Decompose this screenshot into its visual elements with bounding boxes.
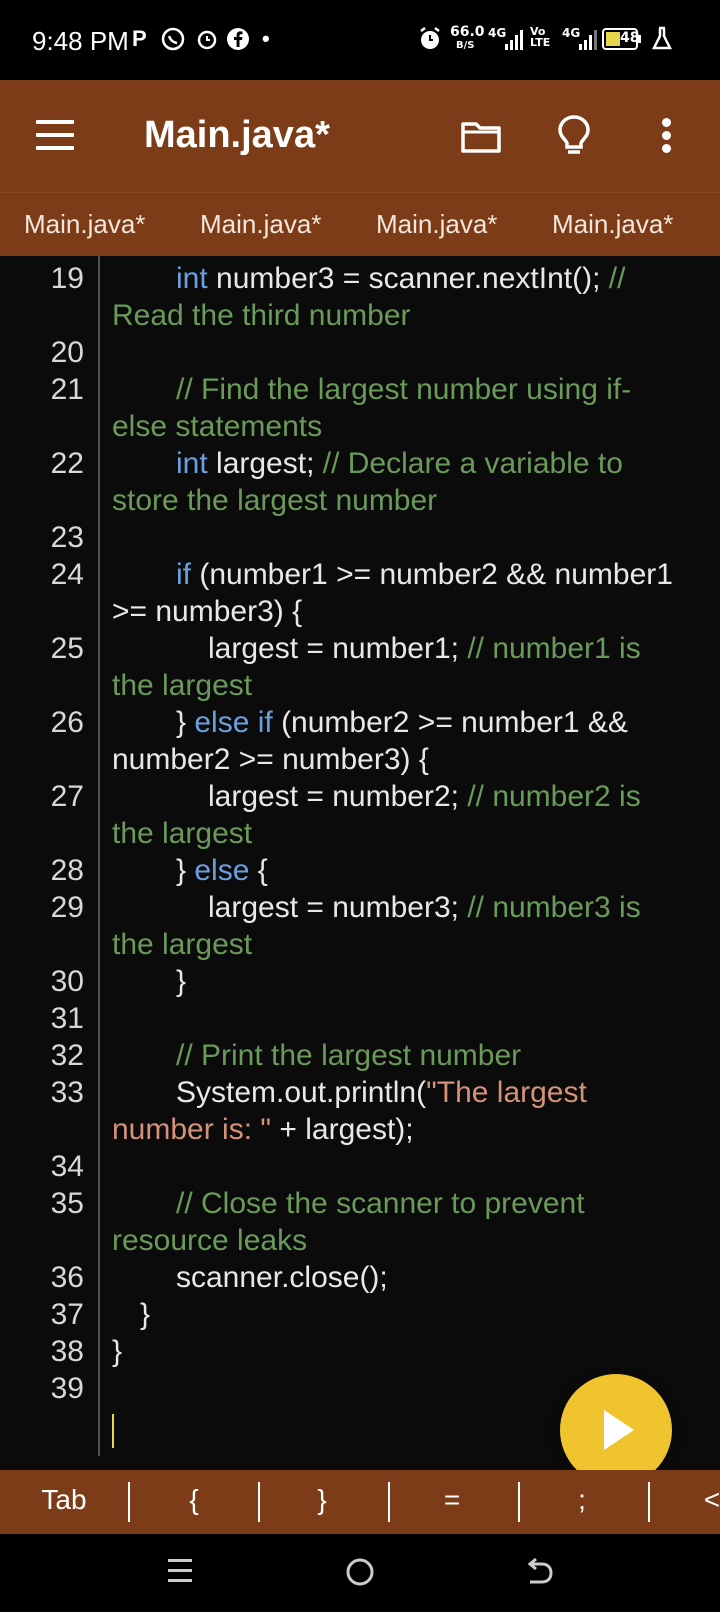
code-line: } else if (number2 >= number1 && <box>176 706 628 739</box>
line-number: 23 <box>50 521 84 554</box>
line-number: 35 <box>50 1187 84 1220</box>
facebook-icon <box>226 26 250 52</box>
code-line: number is: " + largest); <box>112 1113 414 1146</box>
code-line: largest = number1; // number1 is <box>208 632 641 665</box>
signal-right-icon <box>578 26 598 52</box>
dot-icon: • <box>262 26 270 51</box>
volte-label: Vo LTE <box>530 25 551 49</box>
line-number: 29 <box>50 891 84 924</box>
gutter-divider <box>98 256 100 1456</box>
flask-icon <box>651 26 673 52</box>
line-number: 24 <box>50 558 84 591</box>
line-number: 32 <box>50 1039 84 1072</box>
code-line: } <box>140 1298 151 1331</box>
code-line: scanner.close(); <box>176 1261 388 1294</box>
code-line: int number3 = scanner.nextInt(); // <box>176 262 626 295</box>
symbol-key-less-than[interactable]: < <box>682 1484 720 1516</box>
code-line: largest = number3; // number3 is <box>208 891 641 924</box>
tab-file-3[interactable]: Main.java* <box>376 209 497 240</box>
code-line: if (number1 >= number2 && number1 <box>176 558 673 591</box>
line-number: 39 <box>50 1372 84 1405</box>
code-line: largest = number2; // number2 is <box>208 780 641 813</box>
line-number: 26 <box>50 706 84 739</box>
line-number: 20 <box>50 336 84 369</box>
symbol-separator <box>128 1482 130 1522</box>
line-number: 36 <box>50 1261 84 1294</box>
code-line: the largest <box>112 928 253 961</box>
code-line: int largest; // Declare a variable to <box>176 447 623 480</box>
code-line: // Find the largest number using if- <box>176 373 632 406</box>
code-line: >= number3) { <box>112 595 303 628</box>
line-number: 25 <box>50 632 84 665</box>
symbol-separator <box>648 1482 650 1522</box>
tab-file-1[interactable]: Main.java* <box>24 209 145 240</box>
code-line: number2 >= number3) { <box>112 743 429 776</box>
line-number: 22 <box>50 447 84 480</box>
alarm-icon <box>196 26 218 52</box>
status-time: 9:48 PM <box>32 26 129 56</box>
more-options-icon[interactable] <box>662 118 672 154</box>
alarm-clock-icon <box>418 26 442 52</box>
line-number: 30 <box>50 965 84 998</box>
status-bar: 9:48 PM P • 66.0 B/S 4G Vo LTE 4G 48 <box>0 0 720 80</box>
code-line: the largest <box>112 669 253 702</box>
line-number: 37 <box>50 1298 84 1331</box>
page-title: Main.java* <box>144 114 330 156</box>
code-line: else statements <box>112 410 323 443</box>
code-line: } <box>112 1335 123 1368</box>
lightbulb-icon[interactable] <box>556 114 592 163</box>
code-editor[interactable]: 19 20 21 22 23 24 25 26 27 28 29 30 31 3… <box>0 256 720 1470</box>
speed-value: 66.0 <box>450 24 485 40</box>
recent-apps-icon[interactable] <box>166 1556 194 1591</box>
symbol-key-tab[interactable]: Tab <box>34 1484 94 1516</box>
symbol-key-equals[interactable]: = <box>422 1484 482 1516</box>
symbol-key-open-brace[interactable]: { <box>164 1484 224 1516</box>
signal-left-icon <box>504 26 526 52</box>
symbol-toolbar: Tab { } = ; < <box>0 1470 720 1534</box>
code-line: resource leaks <box>112 1224 308 1257</box>
symbol-separator <box>518 1482 520 1522</box>
folder-icon[interactable] <box>460 118 502 159</box>
home-icon[interactable] <box>344 1556 376 1593</box>
tab-bar: Main.java* Main.java* Main.java* Main.ja… <box>0 192 720 256</box>
line-number: 38 <box>50 1335 84 1368</box>
symbol-separator <box>258 1482 260 1522</box>
play-icon <box>604 1410 634 1450</box>
line-number: 19 <box>50 262 84 295</box>
speed-unit: B/S <box>456 40 475 51</box>
app-bar: Main.java* <box>0 80 720 192</box>
line-number: 31 <box>50 1002 84 1035</box>
line-number: 34 <box>50 1150 84 1183</box>
whatsapp-icon <box>160 26 186 52</box>
symbol-key-close-brace[interactable]: } <box>292 1484 352 1516</box>
line-number: 27 <box>50 780 84 813</box>
back-icon[interactable] <box>524 1556 554 1593</box>
battery-level: 48 <box>620 30 640 46</box>
code-line: Read the third number <box>112 299 411 332</box>
line-number: 21 <box>50 373 84 406</box>
code-line: the largest <box>112 817 253 850</box>
tab-file-4[interactable]: Main.java* <box>552 209 673 240</box>
system-nav-bar <box>0 1534 720 1612</box>
tab-file-2[interactable]: Main.java* <box>200 209 321 240</box>
line-number: 28 <box>50 854 84 887</box>
code-line: System.out.println("The largest <box>176 1076 587 1109</box>
symbol-separator <box>388 1482 390 1522</box>
hamburger-menu-icon[interactable] <box>36 120 74 150</box>
code-line: store the largest number <box>112 484 438 517</box>
line-number: 33 <box>50 1076 84 1109</box>
code-line: } <box>176 965 187 998</box>
code-line: } else { <box>176 854 268 887</box>
code-line: // Close the scanner to prevent <box>176 1187 585 1220</box>
symbol-key-semicolon[interactable]: ; <box>552 1484 612 1516</box>
text-cursor <box>112 1414 114 1448</box>
p-icon: P <box>132 26 147 51</box>
code-line: // Print the largest number <box>176 1039 522 1072</box>
